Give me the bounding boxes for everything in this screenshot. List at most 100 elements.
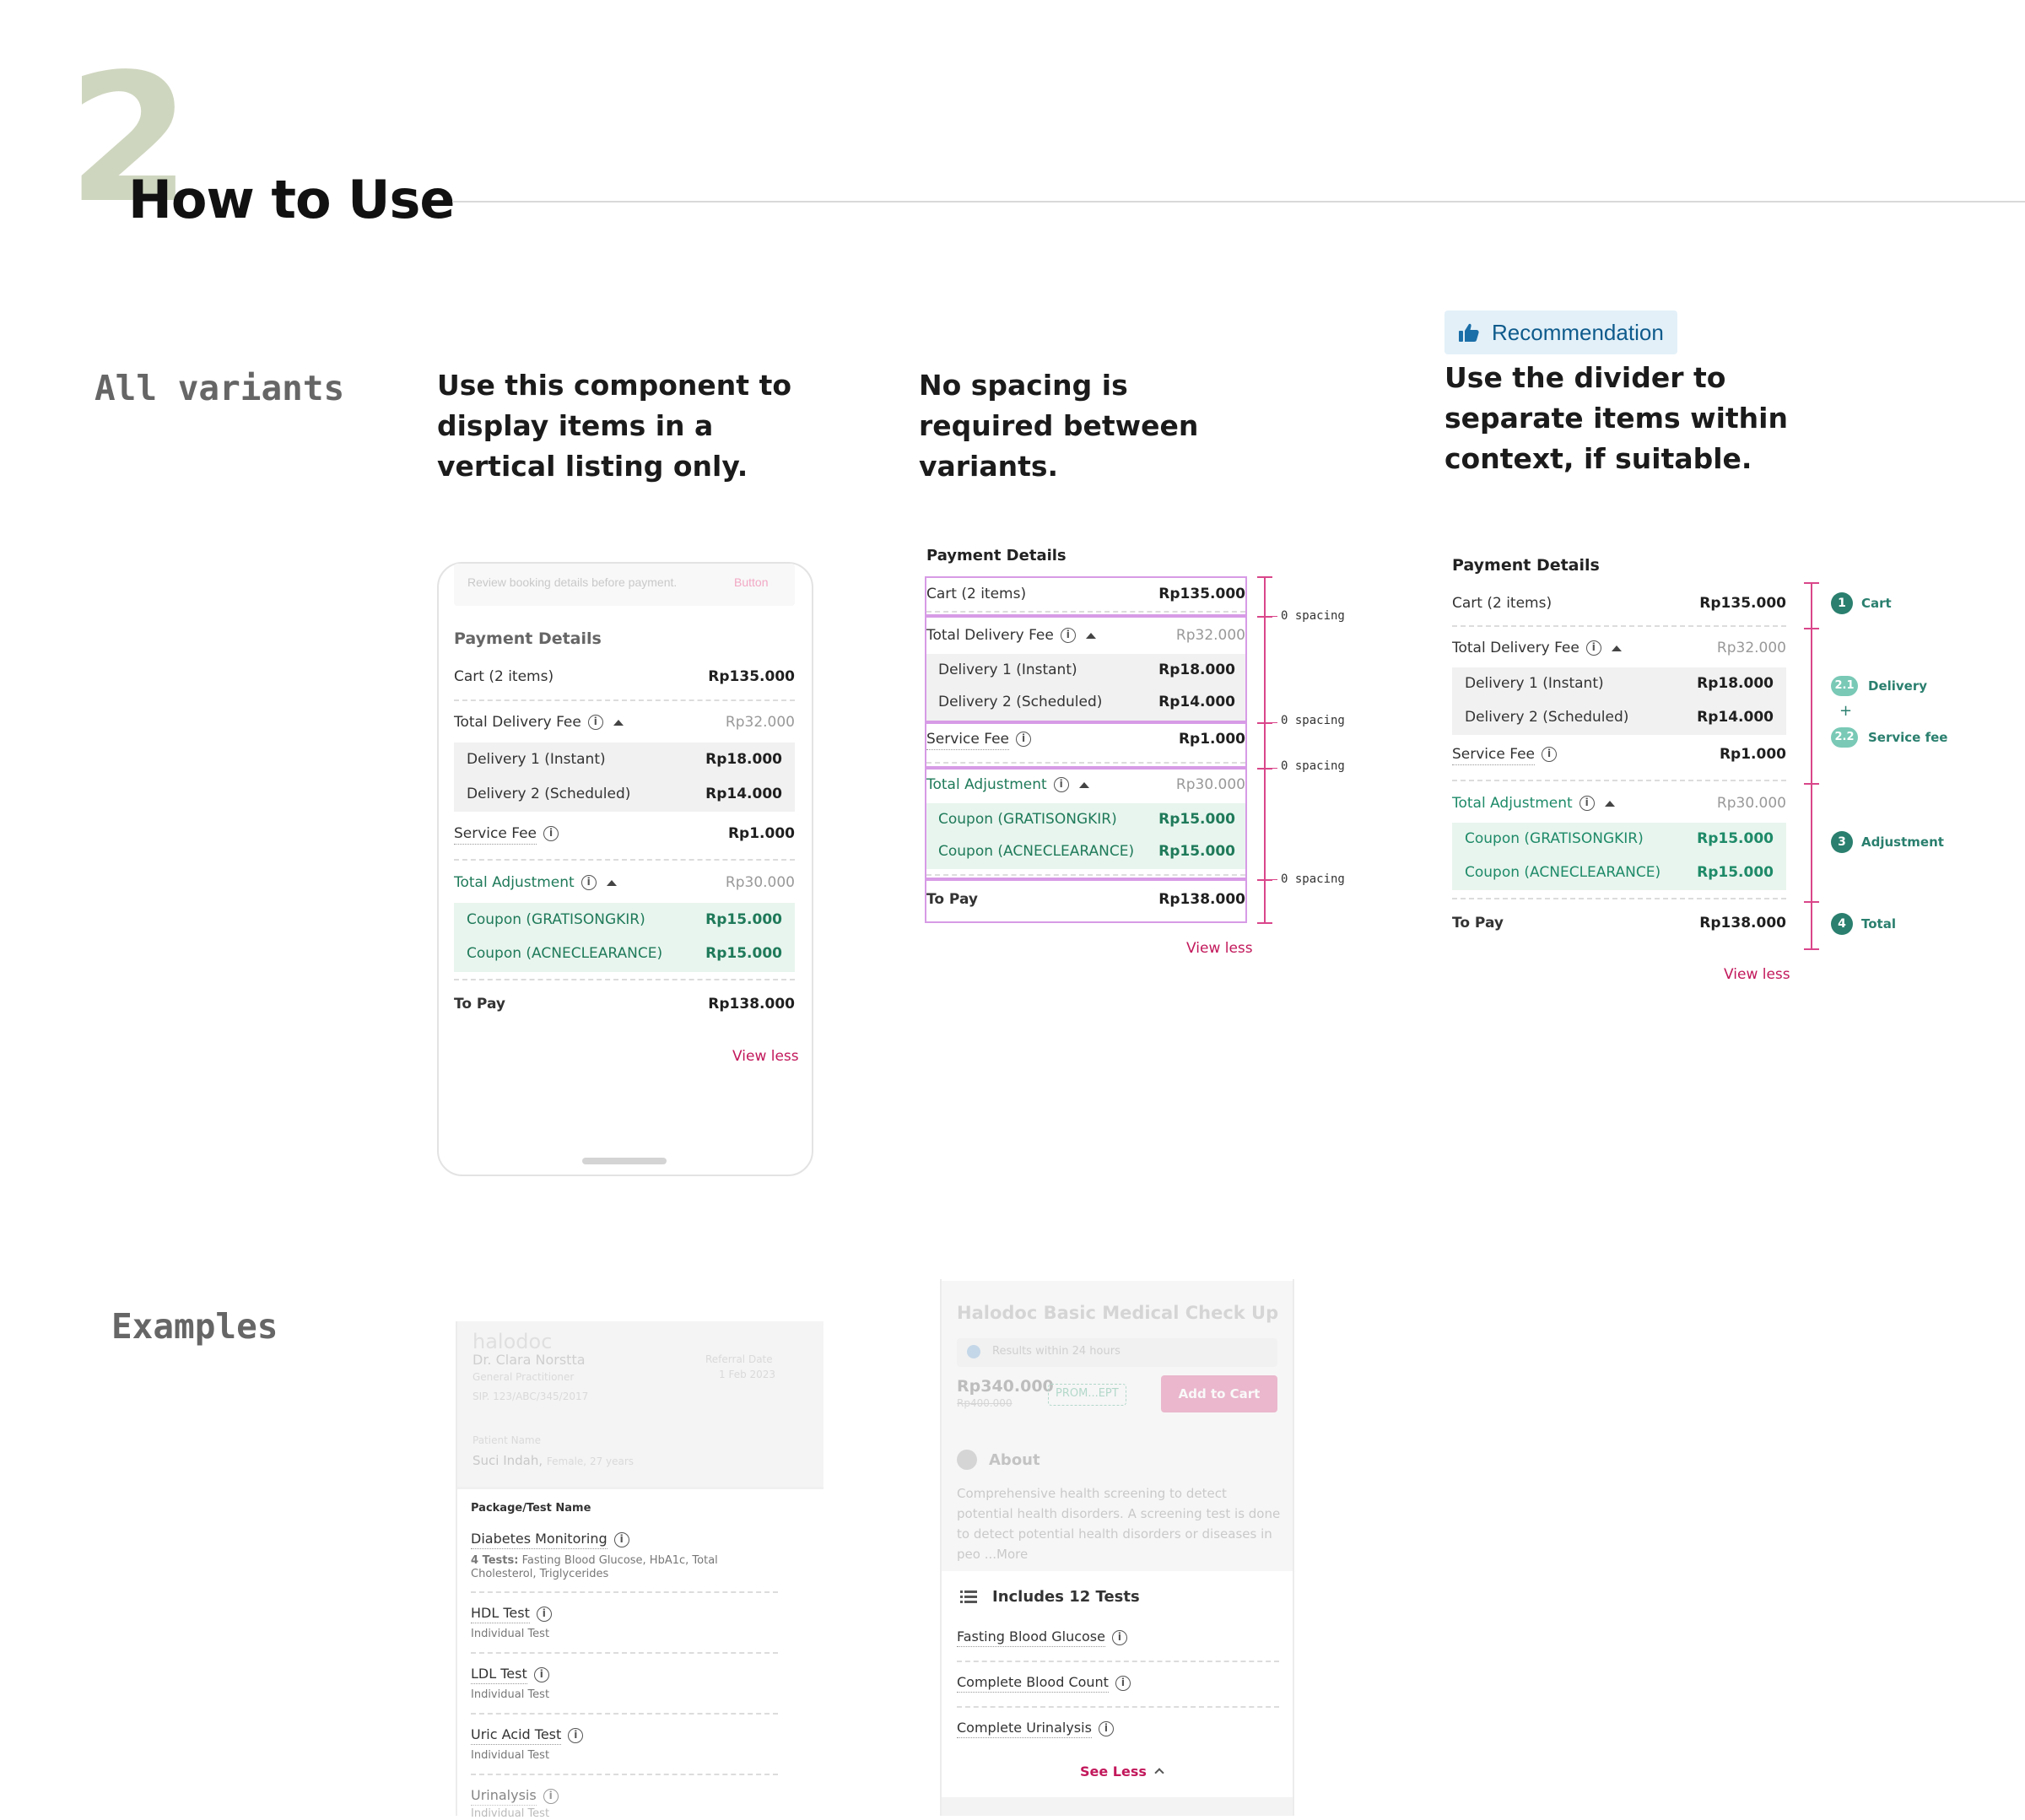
add-to-cart-button[interactable]: Add to Cart	[1161, 1375, 1277, 1412]
coupon2-value: Rp15.000	[705, 945, 782, 962]
divider	[471, 1713, 778, 1715]
coupon1-label: Coupon (GRATISONGKIR)	[467, 911, 645, 928]
service-fee-label: Service Fee i	[454, 825, 559, 845]
group-tick	[1804, 948, 1819, 950]
column1-description: Use this component to display items in a…	[437, 369, 792, 483]
delivery-fee-toggle[interactable]: Total Delivery Fee i	[1452, 640, 1622, 656]
marker-4: 4	[1831, 913, 1853, 935]
test-item-hdl[interactable]: HDL Test i	[471, 1605, 552, 1623]
coupon1-value: Rp15.000	[1158, 811, 1235, 828]
spacing-note: 0 spacing	[1281, 759, 1345, 773]
uric-acid-sub: Individual Test	[471, 1749, 550, 1762]
caret-up-icon	[613, 719, 624, 726]
to-pay-label: To Pay	[926, 891, 978, 908]
marker-2-1-label: Delivery	[1868, 678, 1928, 694]
adjustment-value: Rp30.000	[1175, 776, 1245, 793]
view-less-link[interactable]: View less	[1724, 966, 1790, 983]
delivery2-value: Rp14.000	[705, 786, 782, 802]
payment-title: Payment Details	[1452, 556, 1600, 575]
cart-label: Cart (2 items)	[454, 668, 554, 685]
ldl-sub: Individual Test	[471, 1688, 550, 1701]
spacing-guide	[1264, 576, 1266, 923]
adjustment-toggle[interactable]: Total Adjustment i	[926, 776, 1089, 793]
group-tick	[1804, 901, 1819, 903]
caret-up-icon	[1604, 800, 1615, 807]
more-link[interactable]: ...More	[985, 1547, 1029, 1562]
group-tick	[1804, 582, 1819, 584]
referral-date-label: Referral Date	[705, 1353, 773, 1365]
test-item-ldl[interactable]: LDL Test i	[471, 1666, 549, 1684]
divider	[1452, 898, 1786, 899]
title-divider	[452, 201, 2025, 203]
doctor-name: Dr. Clara Norstta	[472, 1352, 586, 1368]
info-icon[interactable]: i	[587, 715, 603, 730]
spacing-tick	[1257, 576, 1272, 578]
test-item-uric-acid[interactable]: Uric Acid Test i	[471, 1726, 584, 1745]
column2-description: No spacing is required between variants.	[919, 369, 1199, 483]
coupon2-value: Rp15.000	[1158, 843, 1235, 860]
delivery2-label: Delivery 2 (Scheduled)	[467, 786, 631, 802]
coupon1-value: Rp15.000	[705, 911, 782, 928]
caret-up-icon	[1078, 781, 1089, 788]
promo-chip[interactable]: PROM...EPT	[1048, 1384, 1126, 1406]
diabetes-tests: 4 Tests: Fasting Blood Glucose, HbA1c, T…	[471, 1554, 718, 1580]
see-less-button[interactable]: See Less	[1080, 1763, 1165, 1779]
divider	[1452, 780, 1786, 781]
test-fasting-blood-glucose[interactable]: Fasting Blood Glucose i	[957, 1628, 1127, 1647]
includes-title: Includes 12 Tests	[992, 1588, 1140, 1606]
view-less-link[interactable]: View less	[732, 1048, 799, 1065]
info-icon[interactable]: i	[543, 826, 559, 841]
hdl-sub: Individual Test	[471, 1628, 550, 1640]
delivery-fee-value: Rp32.000	[1175, 627, 1245, 644]
marker-3: 3	[1831, 831, 1853, 853]
marker-2-2: 2.2	[1831, 727, 1858, 748]
test-complete-blood-count[interactable]: Complete Blood Count i	[957, 1674, 1131, 1693]
marker-3-label: Adjustment	[1861, 834, 1944, 850]
delivery-fee-toggle[interactable]: Total Delivery Fee i	[926, 627, 1096, 644]
coupon1-label: Coupon (GRATISONGKIR)	[938, 811, 1117, 828]
service-fee-label: Service Fee i	[926, 731, 1031, 750]
card-footer	[942, 1797, 1293, 1816]
badge-label: Recommendation	[1492, 319, 1664, 345]
adjustment-value: Rp30.000	[1716, 795, 1786, 812]
test-complete-urinalysis[interactable]: Complete Urinalysis i	[957, 1720, 1114, 1738]
to-pay-value: Rp138.000	[1158, 891, 1245, 908]
referral-date: 1 Feb 2023	[719, 1369, 776, 1380]
adjustment-toggle[interactable]: Total Adjustment i	[454, 874, 617, 891]
divider	[471, 1591, 778, 1593]
cart-label: Cart (2 items)	[1452, 595, 1552, 612]
cart-value: Rp135.000	[1699, 595, 1786, 612]
spacing-leader	[1266, 768, 1277, 769]
delivery1-label: Delivery 1 (Instant)	[467, 751, 606, 768]
divider	[454, 859, 795, 861]
info-icon[interactable]: i	[580, 875, 597, 890]
test-item-urinalysis[interactable]: Urinalysis i	[471, 1787, 559, 1806]
caret-up-icon	[606, 879, 617, 886]
card-edge	[456, 1321, 457, 1816]
list-icon	[960, 1590, 977, 1605]
to-pay-label: To Pay	[1452, 915, 1504, 932]
column3-description: Use the divider to separate items within…	[1444, 361, 1788, 475]
delivery1-label: Delivery 1 (Instant)	[938, 662, 1077, 678]
urinalysis-sub: Individual Test	[471, 1807, 550, 1820]
adjustment-toggle[interactable]: Total Adjustment i	[1452, 795, 1615, 812]
delivery-fee-value: Rp32.000	[1716, 640, 1786, 656]
delivery-fee-toggle[interactable]: Total Delivery Fee i	[454, 714, 624, 731]
marker-1-label: Cart	[1861, 596, 1892, 611]
coupon1-label: Coupon (GRATISONGKIR)	[1465, 830, 1644, 847]
test-item-diabetes[interactable]: Diabetes Monitoring i	[471, 1531, 629, 1549]
delivery1-value: Rp18.000	[1697, 675, 1774, 692]
halodoc-logo: halodoc	[472, 1330, 553, 1353]
phone-banner-button[interactable]: Button	[734, 575, 768, 589]
spacing-leader	[1266, 722, 1277, 723]
payment-title: Payment Details	[454, 629, 602, 648]
delivery2-value: Rp14.000	[1158, 694, 1235, 710]
to-pay-value: Rp138.000	[1699, 915, 1786, 932]
coupon2-label: Coupon (ACNECLEARANCE)	[1465, 864, 1661, 881]
package-header: Package/Test Name	[471, 1502, 591, 1515]
phone-banner-text: Review booking details before payment.	[467, 575, 678, 589]
divider	[957, 1661, 1279, 1662]
group-guide	[1811, 582, 1812, 948]
view-less-link[interactable]: View less	[1186, 940, 1253, 957]
checkup-title: Halodoc Basic Medical Check Up	[957, 1303, 1279, 1323]
